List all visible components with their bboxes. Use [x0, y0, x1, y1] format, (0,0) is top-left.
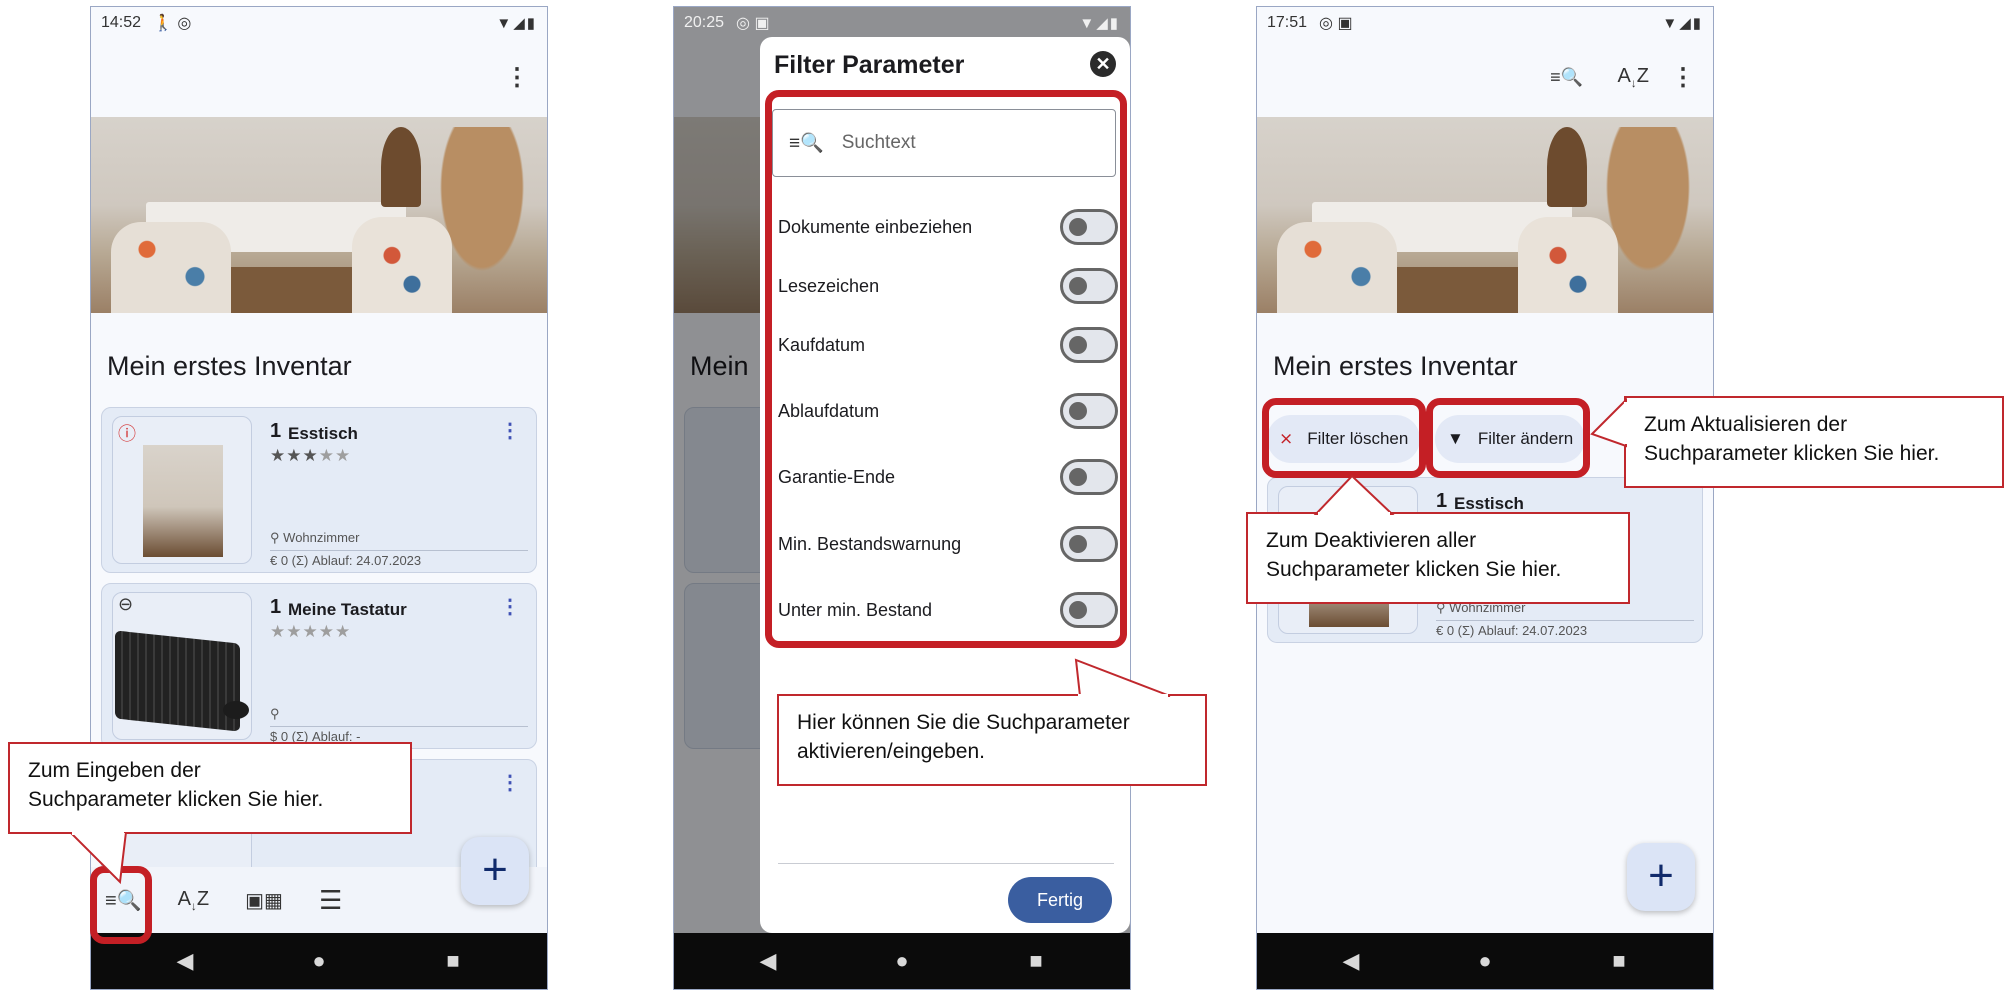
overflow-menu-icon[interactable]: ⋮: [1671, 63, 1695, 92]
status-time: 20:25: [684, 14, 725, 31]
callout-clear-filter: Zum Deaktivieren aller Suchparameter kli…: [1246, 512, 1630, 604]
callout-pointer: [1074, 658, 1171, 698]
status-icons-right: ▼◢▮: [1079, 15, 1120, 32]
inventory-title: Mein erstes Inventar: [107, 351, 352, 381]
home-icon[interactable]: ●: [279, 948, 359, 974]
hero-chair: [111, 222, 231, 313]
highlight-filter-params: [765, 90, 1127, 648]
status-icons-right: ▼◢▮: [496, 15, 537, 32]
item-name: Meine Tastatur: [288, 600, 407, 619]
overflow-menu-icon[interactable]: ⋮: [505, 63, 529, 92]
item-location: ⚲: [270, 706, 280, 722]
inventory-hero-image: [91, 117, 547, 313]
dialog-title: Filter Parameter: [774, 51, 965, 79]
status-time: 14:52: [101, 14, 142, 31]
callout-search: Zum Eingeben der Suchparameter klicken S…: [8, 742, 412, 834]
inventory-title: Mein erstes Inventar: [1273, 351, 1518, 381]
item-meta: € 0 (Σ) Ablauf: 24.07.2023: [1436, 620, 1694, 638]
callout-pointer: [1313, 474, 1395, 516]
recents-icon[interactable]: ■: [1579, 948, 1659, 974]
search-filter-icon[interactable]: ≡🔍: [1550, 67, 1583, 88]
status-bar: 14:52 🚶 ◎ ▼◢▮: [91, 7, 547, 39]
status-icons-left: 🚶 ◎: [153, 15, 192, 32]
back-icon[interactable]: ◀: [728, 948, 808, 974]
recents-icon[interactable]: ■: [996, 948, 1076, 974]
item-menu-icon[interactable]: ⋮: [500, 594, 520, 619]
status-time: 17:51: [1267, 14, 1308, 31]
item-meta: € 0 (Σ) Ablauf: 24.07.2023: [270, 550, 528, 568]
item-name: Esstisch: [288, 424, 358, 443]
location-pin-icon: ⚲: [270, 706, 280, 721]
dialog-divider: [778, 863, 1114, 864]
android-nav-bar: ◀ ● ■: [1257, 933, 1713, 989]
back-icon[interactable]: ◀: [1311, 948, 1391, 974]
status-icons-right: ▼◢▮: [1662, 15, 1703, 32]
sort-az-icon[interactable]: A↓Z: [1617, 65, 1649, 90]
callout-pointer: [68, 832, 128, 885]
add-item-button[interactable]: +: [461, 837, 529, 905]
recents-icon[interactable]: ■: [413, 948, 493, 974]
list-view-icon[interactable]: ☰: [319, 885, 342, 916]
item-card[interactable]: ⊖ 1 Meine Tastatur ★★★★★ ⋮ ⚲ $ 0 (Σ) Abl…: [101, 583, 537, 749]
hero-decor: [381, 127, 421, 207]
hero-chair: [352, 217, 452, 313]
status-bar: 17:51 ◎ ▣ ▼◢▮: [1257, 7, 1713, 39]
gallery-view-icon[interactable]: ▣▦: [245, 888, 283, 913]
callout-filter-params: Hier können Sie die Suchparameter aktivi…: [777, 694, 1207, 786]
home-icon[interactable]: ●: [862, 948, 942, 974]
item-menu-icon[interactable]: ⋮: [500, 770, 520, 795]
android-nav-bar: ◀ ● ■: [674, 933, 1130, 989]
alert-circle-icon: ⓘ: [118, 424, 136, 444]
item-quantity: 1: [1436, 490, 1448, 512]
status-bar: 20:25 ◎ ▣ ▼◢▮: [674, 7, 1130, 39]
status-icons-left: ◎ ▣: [1319, 15, 1353, 32]
item-quantity: 1: [270, 596, 282, 618]
item-rating: ★★★★★: [270, 622, 352, 641]
highlight-clear-filter: [1262, 398, 1426, 478]
item-location: ⚲ Wohnzimmer: [270, 530, 360, 545]
home-icon[interactable]: ●: [1445, 948, 1525, 974]
highlight-change-filter: [1426, 398, 1590, 478]
item-name: Esstisch: [1454, 494, 1524, 513]
close-icon[interactable]: ✕: [1090, 51, 1116, 77]
callout-change-filter: Zum Aktualisieren der Suchparameter klic…: [1624, 396, 2004, 488]
back-icon[interactable]: ◀: [145, 948, 225, 974]
item-rating: ★★★★★: [270, 446, 352, 465]
item-menu-icon[interactable]: ⋮: [500, 418, 520, 443]
callout-pointer: [1590, 397, 1628, 448]
status-icons-left: ◎ ▣: [736, 15, 770, 32]
inventory-hero-image: [1257, 117, 1713, 313]
add-item-button[interactable]: +: [1627, 843, 1695, 911]
android-nav-bar: ◀ ● ■: [91, 933, 547, 989]
sort-az-icon[interactable]: A↓Z: [178, 888, 210, 913]
done-button[interactable]: Fertig: [1008, 877, 1112, 923]
item-quantity: 1: [270, 420, 282, 442]
item-card[interactable]: ⓘ 1 Esstisch ★★★★★ ⋮ ⚲ Wohnzimmer € 0 (Σ…: [101, 407, 537, 573]
link-icon: ⊖: [118, 594, 134, 614]
location-pin-icon: ⚲: [270, 530, 280, 545]
